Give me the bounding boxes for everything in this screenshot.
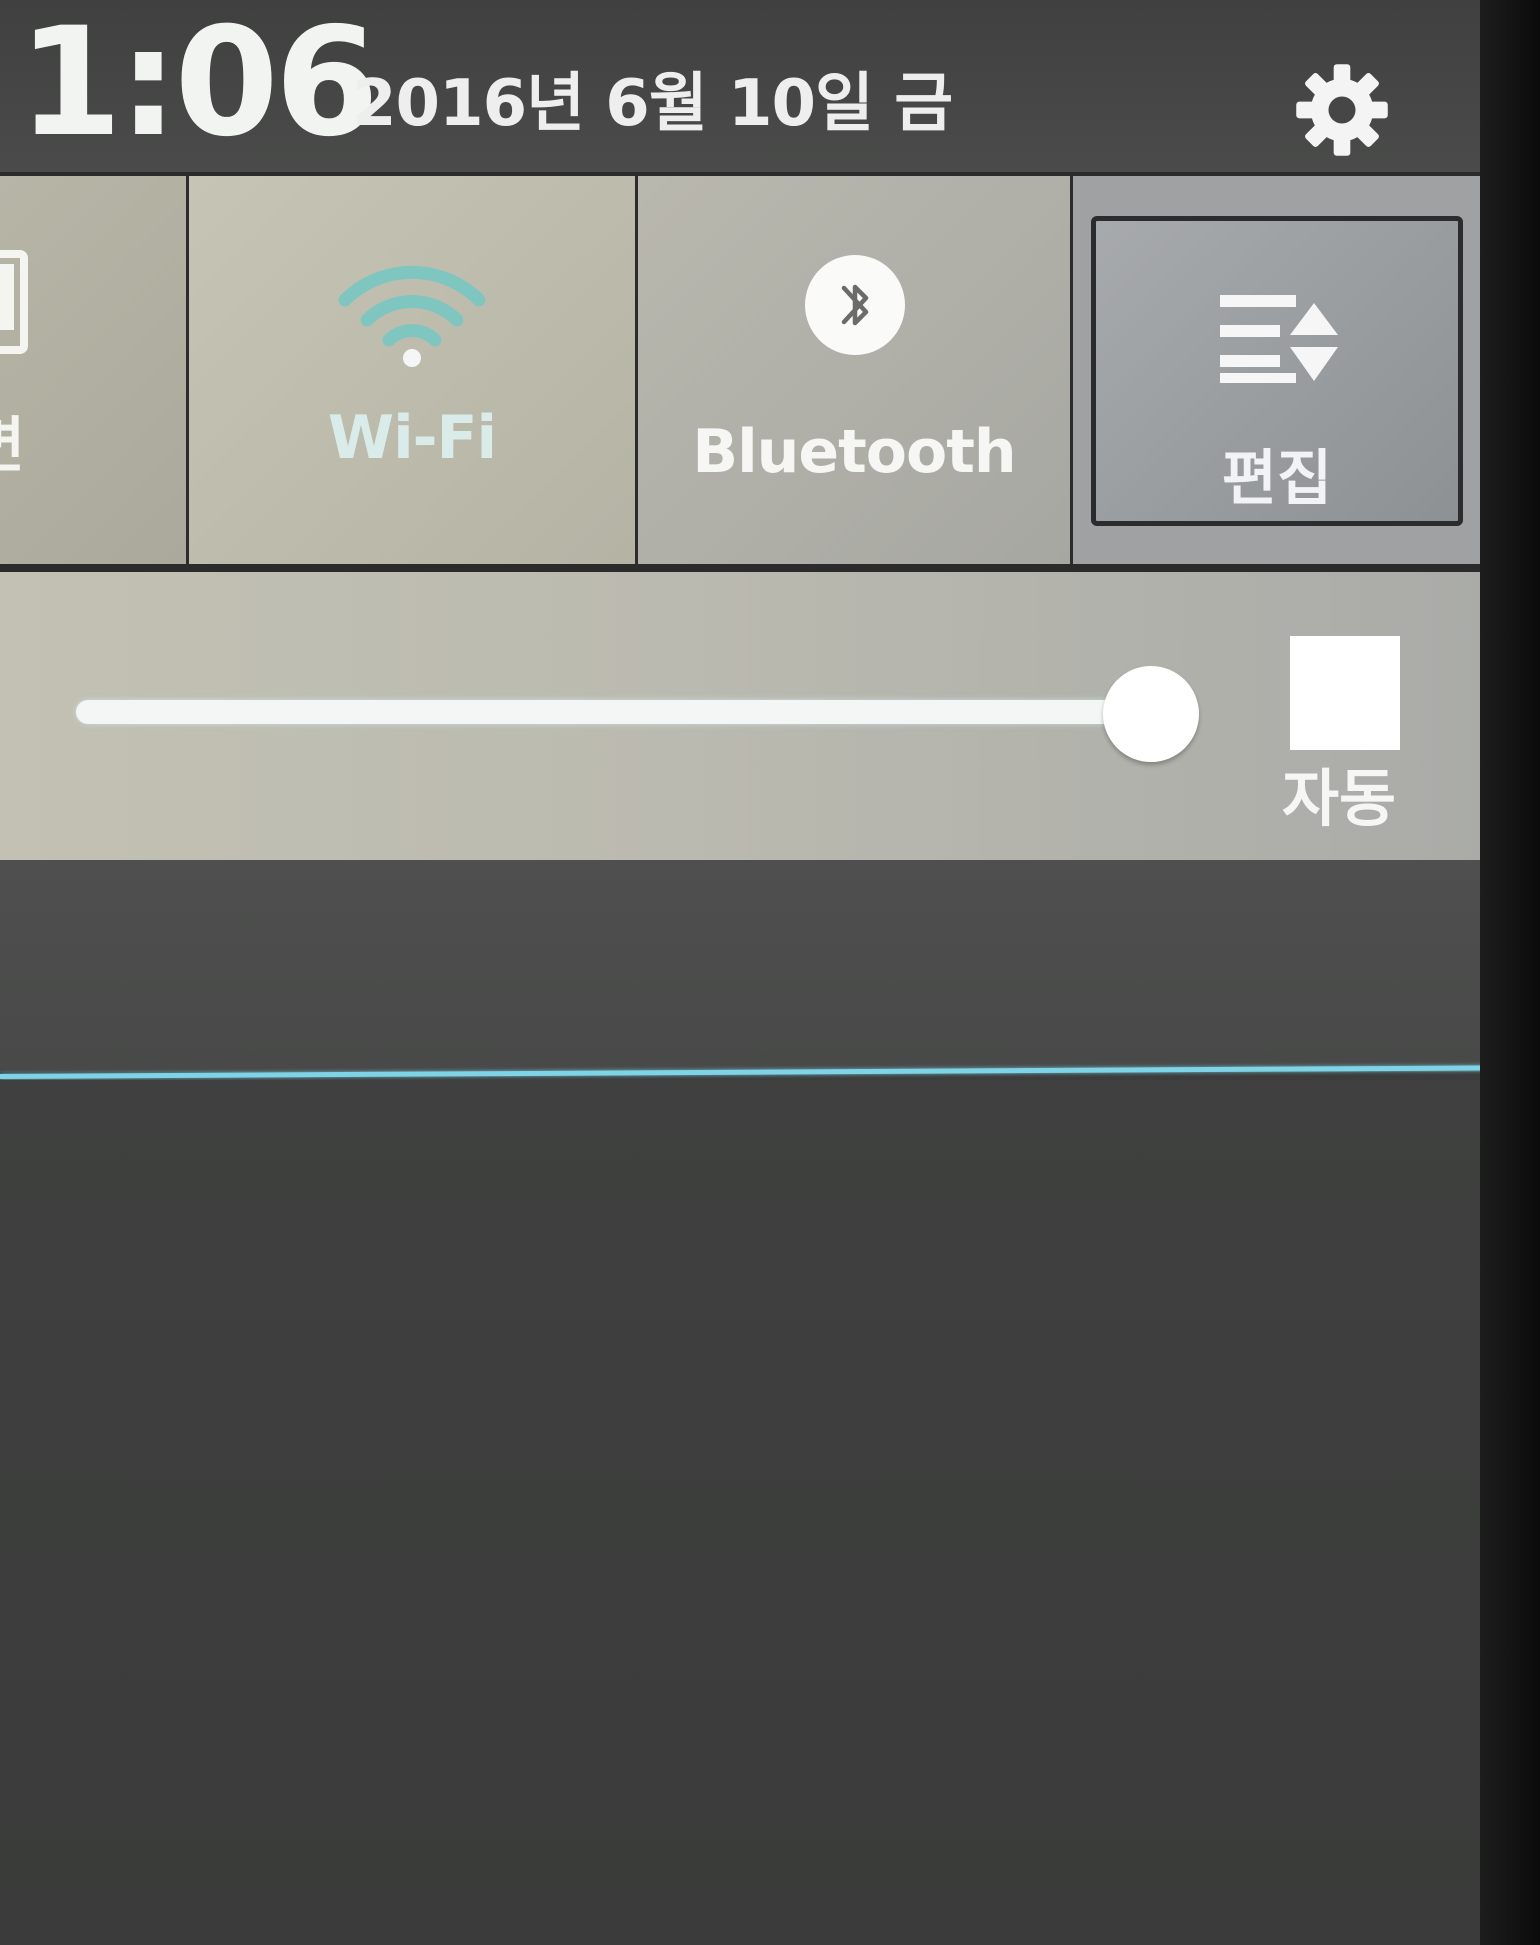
quick-tile-wifi[interactable]: Wi-Fi [189, 176, 638, 564]
status-header: 1:06 2016년 6월 10일 금 [0, 0, 1480, 175]
brightness-slider-thumb[interactable] [1103, 666, 1200, 762]
quick-tile-wifi-label: Wi-Fi [327, 403, 497, 473]
device-bezel [1480, 0, 1540, 1945]
quick-tile-edit-frame: 편집 [1091, 216, 1463, 526]
brightness-slider-track[interactable] [76, 700, 1196, 724]
empty-notification-list [0, 1080, 1480, 1945]
quick-tile-screen-label: 면 [0, 416, 25, 476]
brightness-row: 자동 [0, 572, 1490, 860]
quick-tile-edit[interactable]: 편집 [1073, 176, 1483, 564]
notification-shade: 1:06 2016년 6월 10일 금 Wi-Fi Bluetooth 편집 자… [0, 0, 1540, 1945]
quick-tile-bluetooth[interactable]: Bluetooth [638, 176, 1073, 564]
auto-brightness-checkbox[interactable] [1290, 636, 1400, 750]
quick-tile-bluetooth-label: Bluetooth [692, 417, 1016, 487]
edit-sort-icon [1220, 295, 1338, 383]
wifi-icon [338, 265, 486, 367]
settings-button[interactable] [1290, 58, 1394, 162]
auto-brightness-label: 자동 [1282, 762, 1397, 835]
clock-time: 1:06 [18, 0, 379, 170]
gear-icon [1296, 64, 1388, 156]
date-label: 2016년 6월 10일 금 [352, 67, 953, 141]
screen-icon [0, 250, 28, 354]
quick-tile-edit-label: 편집 [1221, 444, 1333, 514]
quick-settings-panel: 면 Wi-Fi Bluetooth [0, 172, 1483, 572]
quick-tile-screen[interactable]: 면 [0, 176, 189, 564]
notification-area [0, 860, 1480, 1072]
bluetooth-icon [805, 255, 905, 355]
